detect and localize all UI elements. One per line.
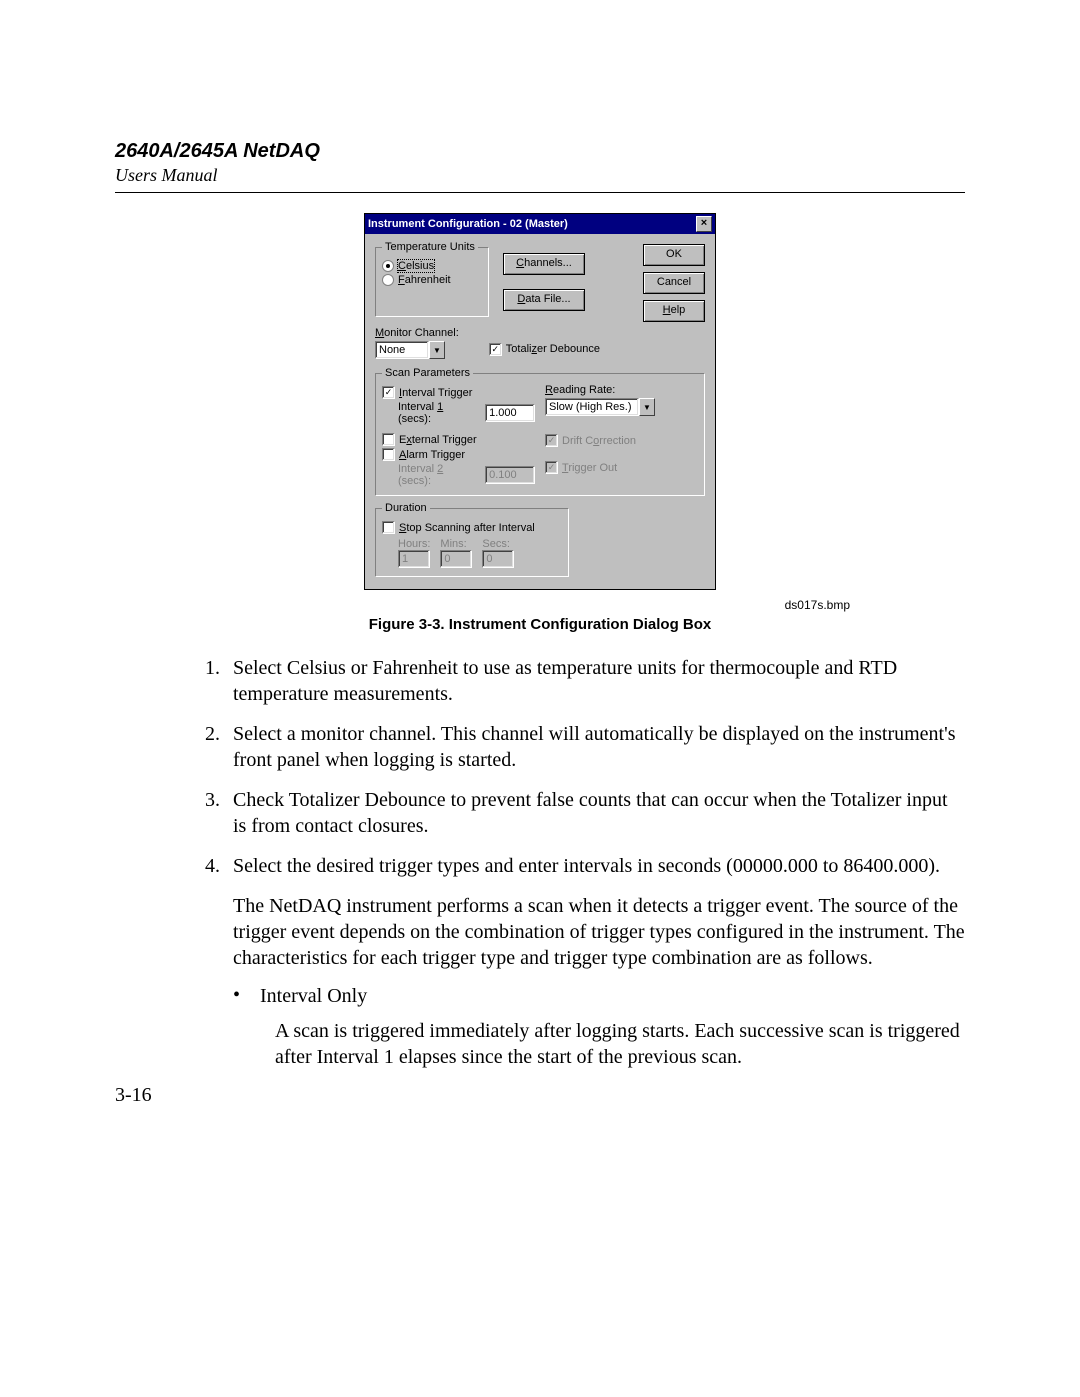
checkbox-icon [382,448,395,461]
bullet-label: Interval Only [260,985,367,1008]
hours-label: Hours: [398,538,430,550]
alarm-trigger-checkbox[interactable]: Alarm Trigger [382,448,535,461]
image-filename: ds017s.bmp [115,598,850,612]
ok-button[interactable]: OK [643,244,705,266]
body-paragraph: The NetDAQ instrument performs a scan wh… [233,893,965,971]
doc-title: 2640A/2645A NetDAQ [115,140,965,163]
page-number: 3-16 [115,1084,152,1107]
chevron-down-icon[interactable]: ▼ [639,398,655,416]
interval-trigger-checkbox[interactable]: ✓ Interval Trigger [382,386,535,399]
mins-label: Mins: [440,538,472,550]
cancel-button[interactable]: Cancel [643,272,705,294]
interval1-input[interactable]: 1.000 [485,404,535,422]
header-rule [115,192,965,193]
checkbox-icon [382,433,395,446]
reading-rate-label: Reading Rate: [545,384,698,396]
list-item: Select the desired trigger types and ent… [225,853,965,879]
mins-input: 0 [440,550,472,568]
stop-scan-checkbox[interactable]: Stop Scanning after Interval [382,521,562,534]
reading-rate-select[interactable]: Slow (High Res.) [545,398,639,416]
checkbox-checked-icon: ✓ [382,386,395,399]
checkbox-checked-icon: ✓ [489,343,502,356]
data-file-button[interactable]: Data File... [503,289,585,311]
monitor-channel-label: Monitor Channel: [375,327,459,339]
interval2-label: Interval 2 (secs): [398,463,479,487]
checkbox-disabled-icon: ✓ [545,434,558,447]
radio-dot-selected-icon [382,260,394,272]
bullet-icon: • [233,985,240,1008]
radio-dot-icon [382,274,394,286]
bullet-item: • Interval Only [233,985,965,1008]
help-button[interactable]: Help [643,300,705,322]
figure-caption: Figure 3-3. Instrument Configuration Dia… [115,616,965,633]
checkbox-icon [382,521,395,534]
close-icon[interactable]: × [696,216,712,232]
radio-celsius[interactable]: Celsius [382,260,482,272]
list-item: Check Totalizer Debounce to prevent fals… [225,787,965,839]
duration-group-label: Duration [382,502,430,514]
secs-input: 0 [482,550,514,568]
chevron-down-icon[interactable]: ▼ [429,341,445,359]
trigger-out-checkbox: ✓ Trigger Out [545,461,698,474]
dialog-titlebar: Instrument Configuration - 02 (Master) × [365,214,715,234]
instruction-list: Select Celsius or Fahrenheit to use as t… [115,655,965,879]
scan-params-group-label: Scan Parameters [382,367,473,379]
doc-subtitle: Users Manual [115,165,965,186]
checkbox-disabled-icon: ✓ [545,461,558,474]
drift-correction-checkbox: ✓ Drift Correction [545,434,698,447]
interval2-input: 0.100 [485,466,535,484]
secs-label: Secs: [482,538,514,550]
temp-units-group-label: Temperature Units [382,241,478,253]
list-item: Select a monitor channel. This channel w… [225,721,965,773]
monitor-channel-select[interactable]: None [375,341,429,359]
channels-button[interactable]: Channels... [503,253,585,275]
dialog-title: Instrument Configuration - 02 (Master) [368,218,568,230]
external-trigger-checkbox[interactable]: External Trigger [382,433,535,446]
hours-input: 1 [398,550,430,568]
totalizer-debounce-checkbox[interactable]: ✓ Totalizer Debounce [489,343,600,356]
list-item: Select Celsius or Fahrenheit to use as t… [225,655,965,707]
interval1-label: Interval 1 (secs): [398,401,479,425]
bullet-body: A scan is triggered immediately after lo… [275,1018,965,1070]
radio-fahrenheit[interactable]: Fahrenheit [382,274,482,286]
config-dialog: Instrument Configuration - 02 (Master) ×… [364,213,716,590]
